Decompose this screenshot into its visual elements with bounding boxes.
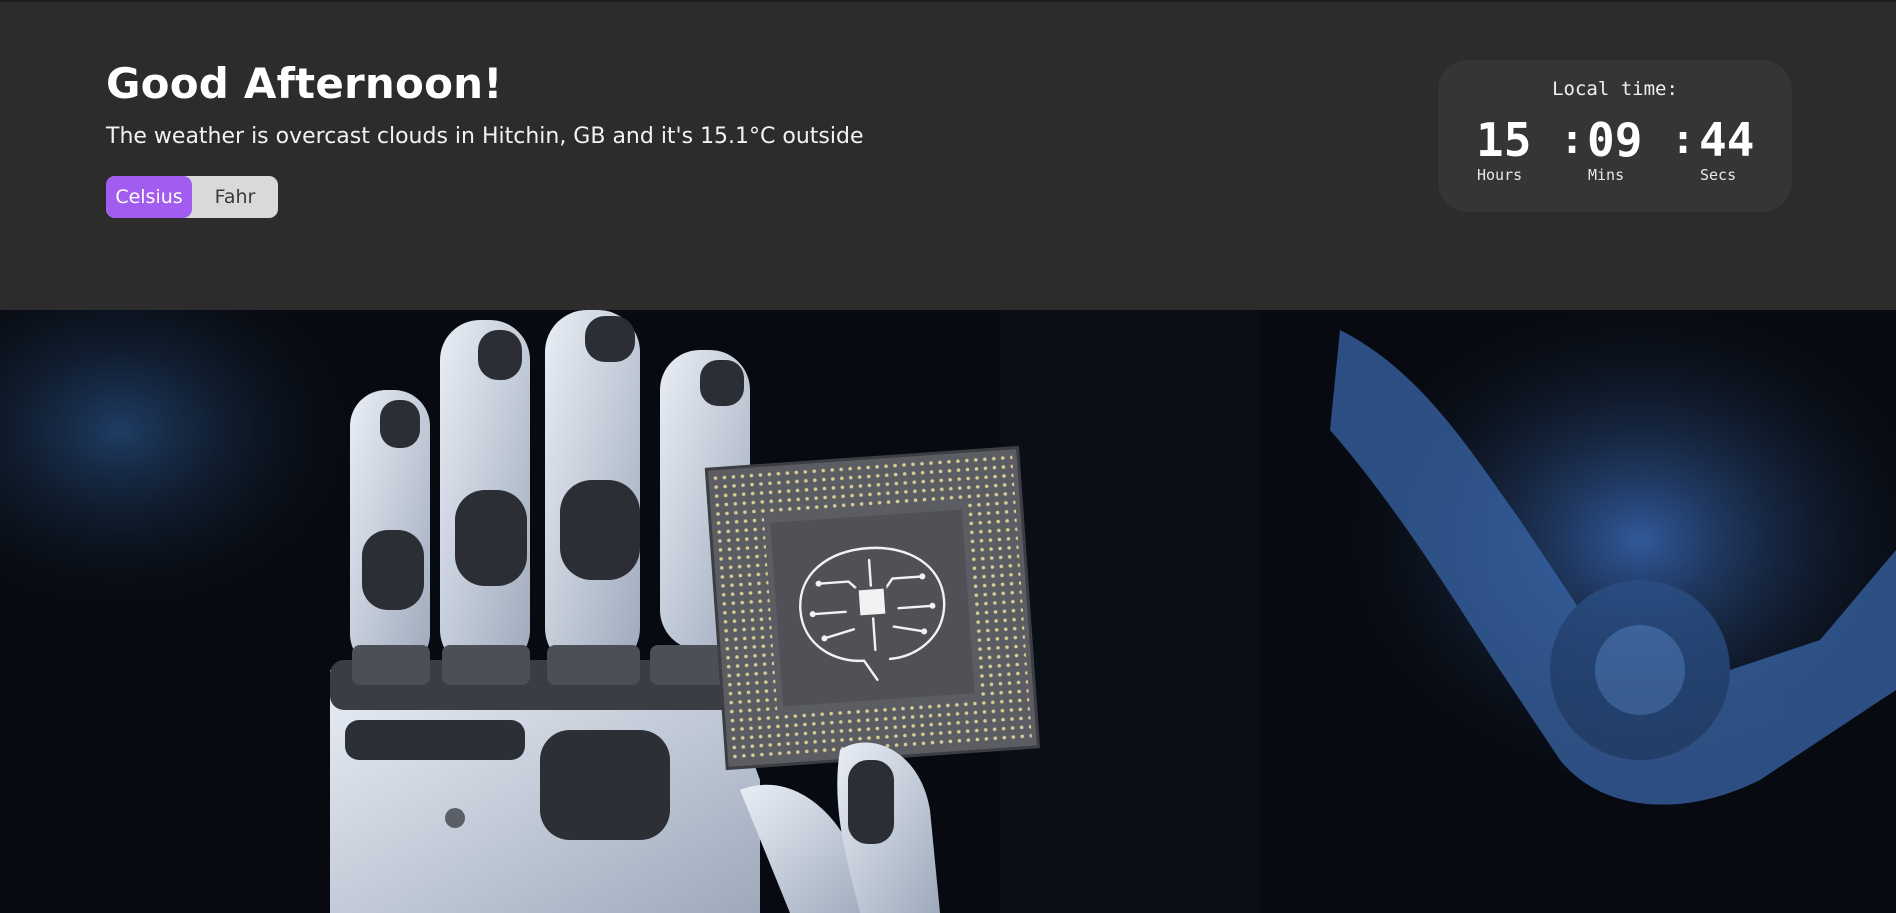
minutes-label: Mins [1588, 166, 1625, 184]
fahrenheit-button[interactable]: Fahr [192, 176, 278, 218]
local-time-clock: Local time: 15 : 09 : 44 Hours Mins Secs [1438, 60, 1792, 212]
hero-image [0, 310, 1896, 913]
clock-seconds: 44 [1699, 113, 1755, 167]
hours-label: Hours [1477, 166, 1523, 184]
greeting-title: Good Afternoon! [106, 59, 503, 108]
clock-separator: : [1671, 117, 1696, 163]
clock-separator: : [1560, 117, 1585, 163]
clock-minutes: 09 [1587, 113, 1643, 167]
temperature-unit-toggle: Celsius Fahr [106, 176, 278, 218]
clock-hours: 15 [1476, 113, 1532, 167]
seconds-label: Secs [1700, 166, 1737, 184]
robot-hand-chip-illustration [0, 310, 1896, 913]
clock-label: Local time: [1552, 78, 1678, 100]
celsius-button[interactable]: Celsius [106, 176, 192, 218]
header: Good Afternoon! The weather is overcast … [0, 0, 1896, 310]
weather-summary: The weather is overcast clouds in Hitchi… [106, 124, 864, 149]
